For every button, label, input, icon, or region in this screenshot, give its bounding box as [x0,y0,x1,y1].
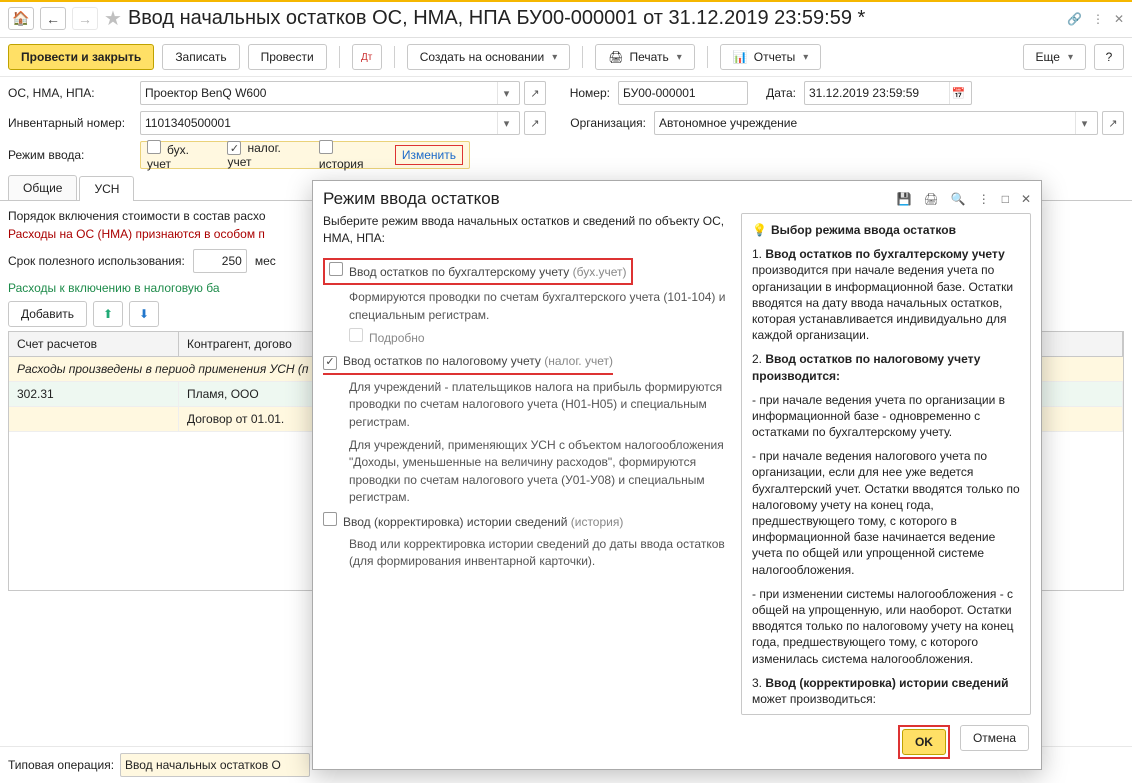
dialog-intro: Выберите режим ввода начальных остатков … [323,213,727,248]
date-input[interactable]: 31.12.2019 23:59:59📅 [804,81,972,105]
help-button[interactable]: ? [1094,44,1124,70]
label-number: Номер: [554,86,610,100]
life-input[interactable]: 250 [193,249,247,273]
dialog-left: Выберите режим ввода начальных остатков … [323,213,731,715]
dialog-help: 💡Выбор режима ввода остатков 1. Ввод ост… [741,213,1031,715]
kebab-icon[interactable]: ⋮ [978,192,990,206]
bulb-icon: 💡 [752,223,767,237]
change-link[interactable]: Изменить [395,145,463,165]
label-typical: Типовая операция: [8,758,114,772]
opt-hist-desc: Ввод или корректировка истории сведений … [349,536,727,571]
opt-hist[interactable]: Ввод (корректировка) истории сведений (и… [323,515,623,529]
create-based-button[interactable]: Создать на основании▾ [407,44,571,70]
dtkt-button[interactable]: Дт [352,44,382,70]
label-mode: Режим ввода: [8,148,132,162]
inv-input[interactable]: 1101340500001▾ [140,111,520,135]
maximize-icon[interactable]: □ [1002,192,1009,206]
chart-icon: 📊 [733,50,748,64]
reports-button[interactable]: 📊Отчеты▾ [720,44,821,70]
label-date: Дата: [756,86,796,100]
ok-button[interactable]: OK [902,729,946,755]
life-suffix: мес [255,254,276,268]
label-life: Срок полезного использования: [8,254,185,268]
star-icon[interactable]: ★ [104,6,122,31]
post-close-button[interactable]: Провести и закрыть [8,44,154,70]
more-button[interactable]: Еще▾ [1023,44,1086,70]
cancel-button[interactable]: Отмена [960,725,1029,751]
open-inv-button[interactable]: ↗ [524,111,546,135]
add-button[interactable]: Добавить [8,301,87,327]
open-org-button[interactable]: ↗ [1102,111,1124,135]
mode-dialog: Режим ввода остатков 💾 🖨 🔍 ⋮ □ ✕ Выберит… [312,180,1042,770]
close-window-icon[interactable]: ✕ [1114,12,1124,26]
details-link[interactable]: Подробно [369,331,425,345]
close-icon[interactable]: ✕ [1021,192,1031,206]
main-toolbar: Провести и закрыть Записать Провести Дт … [0,38,1132,77]
org-input[interactable]: Автономное учреждение▾ [654,111,1098,135]
kebab-icon[interactable]: ⋮ [1092,12,1104,26]
tab-general[interactable]: Общие [8,175,77,200]
mode-strip: бух. учет налог. учет история Изменить [140,141,470,169]
tab-usn[interactable]: УСН [79,176,134,201]
dialog-title: Режим ввода остатков [323,189,500,209]
ok-highlight: OK [898,725,950,759]
ck-nal[interactable]: налог. учет [227,141,304,170]
separator [582,46,583,68]
ck-hist[interactable]: история [319,140,381,171]
calendar-icon[interactable]: 📅 [949,82,967,104]
label-inv: Инвентарный номер: [8,116,132,130]
post-button[interactable]: Провести [248,44,327,70]
chevron-down-icon[interactable]: ▾ [497,82,515,104]
back-button[interactable]: ← [40,7,66,30]
th-account: Счет расчетов [9,332,179,356]
opt-nal-desc1: Для учреждений - плательщиков налога на … [349,379,727,431]
typical-op-input[interactable]: Ввод начальных остатков О [120,753,310,777]
save-button[interactable]: Записать [162,44,239,70]
move-down-button[interactable]: ⬇ [129,301,159,327]
print-button[interactable]: 🖨Печать▾ [595,44,695,70]
label-object: ОС, НМА, НПА: [8,86,132,100]
form-area: ОС, НМА, НПА: Проектор BenQ W600▾ ↗ Номе… [0,77,1132,169]
label-org: Организация: [554,116,646,130]
search-icon[interactable]: 🔍 [951,192,966,206]
titlebar: 🏠 ← → ★ Ввод начальных остатков ОС, НМА,… [0,2,1132,38]
separator [339,46,340,68]
opt-nal[interactable]: Ввод остатков по налоговому учету (налог… [323,353,613,374]
opt-buh[interactable]: Ввод остатков по бухгалтерскому учету (б… [323,258,633,285]
ck-buh[interactable]: бух. учет [147,140,213,171]
open-object-button[interactable]: ↗ [524,81,546,105]
print-icon[interactable]: 🖨 [924,192,939,206]
home-button[interactable]: 🏠 [8,7,34,30]
save-icon[interactable]: 💾 [897,192,912,206]
move-up-button[interactable]: ⬆ [93,301,123,327]
separator [707,46,708,68]
forward-button[interactable]: → [72,7,98,30]
chevron-down-icon[interactable]: ▾ [1075,112,1093,134]
chevron-down-icon[interactable]: ▾ [497,112,515,134]
opt-nal-desc2: Для учреждений, применяющих УСН с объект… [349,437,727,507]
printer-icon: 🖨 [608,50,623,64]
window-title: Ввод начальных остатков ОС, НМА, НПА БУ0… [128,7,1061,30]
object-input[interactable]: Проектор BenQ W600▾ [140,81,520,105]
separator [394,46,395,68]
number-input[interactable]: БУ00-000001 [618,81,748,105]
link-icon[interactable]: 🔗 [1067,12,1082,26]
opt-buh-desc: Формируются проводки по счетам бухгалтер… [349,289,727,324]
